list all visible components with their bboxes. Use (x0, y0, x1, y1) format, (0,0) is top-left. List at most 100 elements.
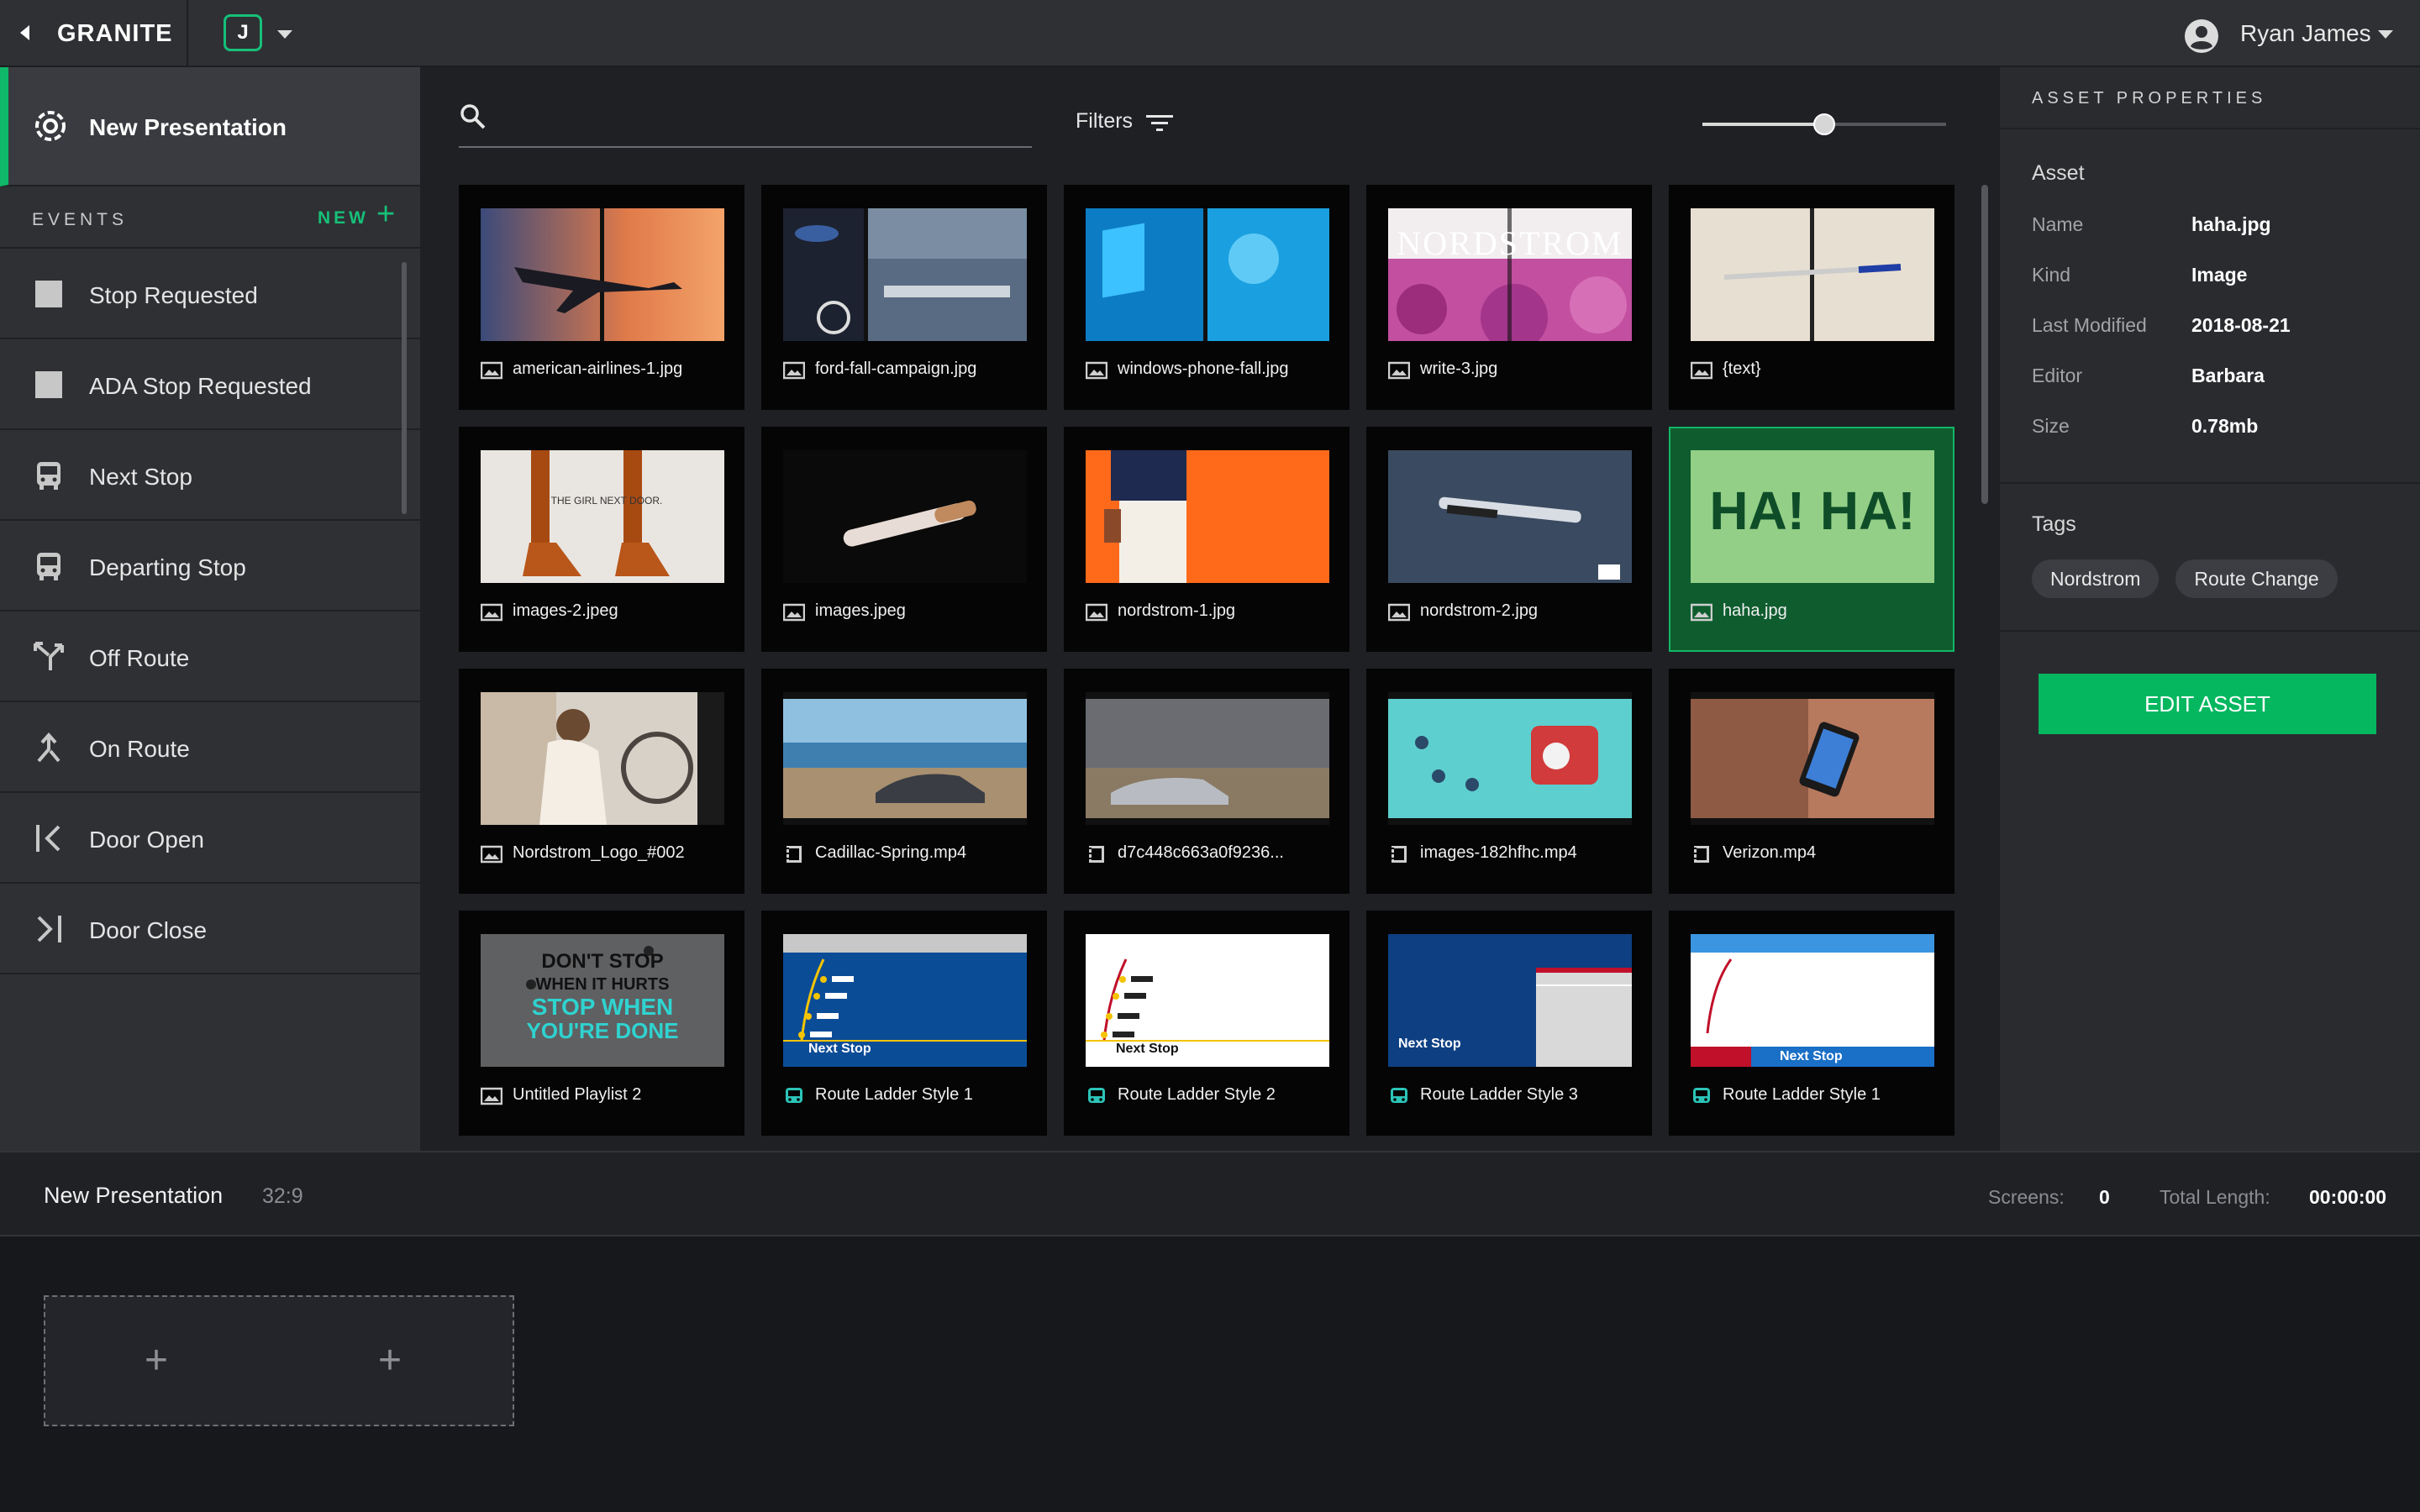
thumbnail-caption: Next Stop (1398, 1037, 1461, 1051)
user-name[interactable]: Ryan James (2240, 20, 2371, 47)
asset-thumbnail: THE GIRL NEXT DOOR. (481, 450, 724, 583)
thumbnail-caption: Next Stop (1116, 1042, 1179, 1056)
asset-name: Cadillac-Spring.mp4 (815, 843, 967, 862)
presentation-title[interactable]: New Presentation (44, 1183, 223, 1209)
tag-chip[interactable]: Nordstrom (2032, 559, 2160, 598)
asset-tile[interactable]: windows-phone-fall.jpg (1064, 185, 1349, 410)
merge-route-icon (32, 731, 66, 764)
panel-title: ASSET PROPERTIES (2032, 89, 2267, 108)
edit-asset-button[interactable]: EDIT ASSET (2039, 674, 2376, 734)
sidebar-scrollbar[interactable] (402, 262, 407, 514)
svg-text:YOU'RE DONE: YOU'RE DONE (527, 1018, 679, 1043)
asset-thumbnail (783, 208, 1027, 341)
event-item[interactable]: Next Stop (0, 430, 420, 521)
asset-thumbnail (481, 692, 724, 825)
asset-tile[interactable]: DON'T STOP WHEN IT HURTS STOP WHEN YOU'RE D… (459, 911, 744, 1136)
svg-text:DON'T STOP: DON'T STOP (541, 950, 663, 973)
asset-name: {text} (1723, 360, 1761, 378)
asset-properties-panel: ASSET PROPERTIES Asset Name haha.jpg Kind I… (2000, 67, 2420, 1151)
search-input[interactable] (459, 101, 1032, 148)
asset-tile[interactable]: nordstrom-1.jpg (1064, 427, 1349, 652)
project-switcher-badge[interactable]: J (224, 14, 262, 51)
asset-tile[interactable]: Next Stop Route Ladder Style 1 (1669, 911, 1954, 1136)
image-icon (480, 361, 503, 380)
back-arrow-icon[interactable] (20, 25, 29, 40)
asset-grid: american-airlines-1.jpg ford-fall-campaig… (459, 185, 1971, 1136)
asset-tile[interactable]: ford-fall-campaign.jpg (761, 185, 1047, 410)
screen-slot-dropzone[interactable]: + + (44, 1295, 514, 1426)
asset-tile[interactable]: THE GIRL NEXT DOOR. images-2.jpeg (459, 427, 744, 652)
event-item[interactable]: Stop Requested (0, 249, 420, 339)
timeline: + + (0, 1236, 2420, 1512)
bus-route-icon (1691, 1087, 1712, 1105)
event-item[interactable]: Off Route (0, 612, 420, 702)
asset-name: ford-fall-campaign.jpg (815, 360, 977, 378)
asset-name: windows-phone-fall.jpg (1118, 360, 1289, 378)
asset-name: american-airlines-1.jpg (513, 360, 683, 378)
asset-name: haha.jpg (1723, 601, 1787, 620)
asset-name: Route Ladder Style 1 (1723, 1085, 1881, 1104)
event-label: Off Route (89, 645, 190, 671)
zoom-slider[interactable] (1702, 113, 1946, 135)
event-label: On Route (89, 736, 190, 762)
asset-tile[interactable]: nordstrom-2.jpg (1366, 427, 1652, 652)
asset-thumbnail (783, 450, 1027, 583)
asset-name: write-3.jpg (1420, 360, 1498, 378)
chevron-down-icon[interactable] (277, 30, 292, 39)
square-icon (32, 368, 66, 402)
asset-thumbnail (1086, 450, 1329, 583)
asset-tile[interactable]: images-182hfhc.mp4 (1366, 669, 1652, 894)
section-title: Asset (2032, 161, 2085, 185)
event-item[interactable]: Door Close (0, 884, 420, 974)
asset-tile[interactable]: HA! HA! haha.jpg (1669, 427, 1954, 652)
event-label: Door Open (89, 827, 204, 853)
asset-thumbnail (1691, 692, 1934, 825)
filter-icon[interactable] (1144, 111, 1175, 136)
sidebar: New Presentation EVENTS NEW + Stop Reque… (0, 67, 420, 1151)
event-item[interactable]: On Route (0, 702, 420, 793)
event-item[interactable]: ADA Stop Requested (0, 339, 420, 430)
asset-tile[interactable]: american-airlines-1.jpg (459, 185, 744, 410)
svg-text:WHEN IT HURTS: WHEN IT HURTS (536, 975, 670, 994)
search-icon (460, 104, 486, 129)
event-item[interactable]: Departing Stop (0, 521, 420, 612)
app-brand[interactable]: GRANITE (57, 20, 173, 48)
asset-tile[interactable]: NORDSTROM write-3.jpg (1366, 185, 1652, 410)
asset-tile[interactable]: Next Stop Route Ladder Style 3 (1366, 911, 1652, 1136)
asset-tile[interactable]: {text} (1669, 185, 1954, 410)
add-slot-plus-icon[interactable]: + (378, 1337, 402, 1383)
asset-browser: Filters american-airlines-1.jpg ford-fall… (420, 67, 2000, 1151)
plus-icon[interactable]: + (376, 197, 395, 233)
square-icon (32, 277, 66, 311)
event-item[interactable]: Door Open (0, 793, 420, 884)
svg-text:STOP WHEN: STOP WHEN (532, 994, 674, 1020)
svg-text:HA! HA!: HA! HA! (1709, 480, 1915, 541)
aspect-ratio: 32:9 (262, 1184, 303, 1208)
screens-value: 0 (2099, 1186, 2110, 1208)
asset-tile[interactable]: Next Stop Route Ladder Style 2 (1064, 911, 1349, 1136)
grid-scrollbar[interactable] (1981, 185, 1988, 504)
property-value: 0.78mb (2191, 415, 2259, 437)
asset-thumbnail: Next Stop (1691, 934, 1934, 1067)
user-menu-chevron-icon[interactable] (2378, 30, 2393, 39)
add-slot-plus-icon[interactable]: + (145, 1337, 168, 1383)
asset-name: Nordstrom_Logo_#002 (513, 843, 685, 862)
asset-tile[interactable]: images.jpeg (761, 427, 1047, 652)
asset-tile[interactable]: Cadillac-Spring.mp4 (761, 669, 1047, 894)
asset-tile[interactable]: Next Stop Route Ladder Style 1 (761, 911, 1047, 1136)
asset-thumbnail: DON'T STOP WHEN IT HURTS STOP WHEN YOU'RE D… (481, 934, 724, 1067)
image-icon (782, 361, 806, 380)
user-avatar-icon[interactable] (2183, 18, 2220, 55)
asset-tile[interactable]: Nordstrom_Logo_#002 (459, 669, 744, 894)
zoom-slider-thumb[interactable] (1813, 113, 1835, 135)
image-icon (782, 603, 806, 622)
door-close-icon (32, 912, 66, 946)
filters-button[interactable]: Filters (1076, 109, 1133, 134)
tag-chip[interactable]: Route Change (2175, 559, 2338, 598)
new-event-button[interactable]: NEW (318, 208, 369, 228)
image-icon (1690, 603, 1713, 622)
asset-tile[interactable]: Verizon.mp4 (1669, 669, 1954, 894)
asset-thumbnail (1086, 692, 1329, 825)
asset-tile[interactable]: d7c448c663a0f9236... (1064, 669, 1349, 894)
asset-name: nordstrom-1.jpg (1118, 601, 1236, 620)
